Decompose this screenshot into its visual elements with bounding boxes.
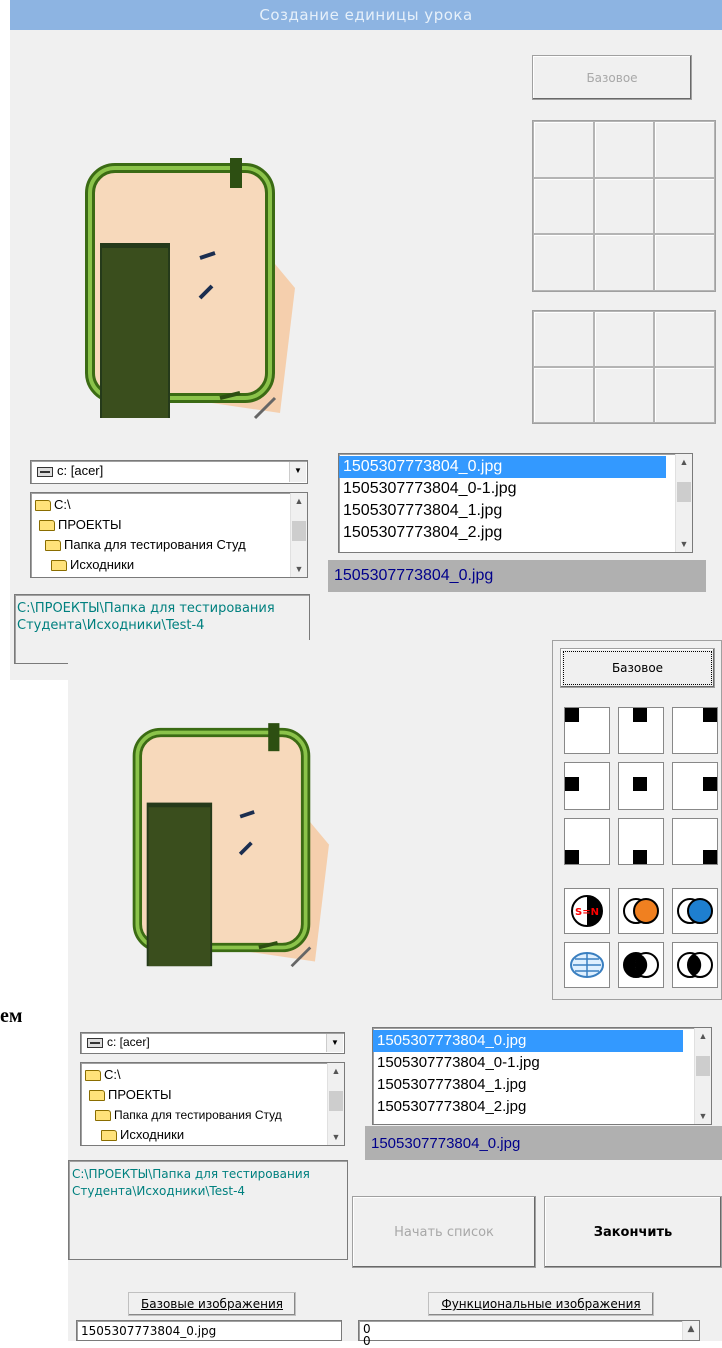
drive-select[interactable]: c: [acer] ▼	[80, 1032, 345, 1054]
tab-base-images[interactable]: Базовые изображения	[128, 1292, 296, 1316]
tree-item[interactable]: Исходники	[85, 1125, 344, 1145]
intersection-icon	[677, 952, 713, 978]
list-item[interactable]: 1505307773804_0.jpg	[81, 1324, 337, 1338]
folder-icon	[101, 1130, 117, 1142]
base-button[interactable]: Базовое	[560, 648, 715, 688]
quadrant-middle-left[interactable]	[564, 762, 610, 810]
tab-function-images[interactable]: Функциональные изображения	[428, 1292, 654, 1316]
back-file-list: 1505307773804_0.jpg 1505307773804_0-1.jp…	[338, 453, 693, 553]
dark-overlap-button[interactable]	[618, 942, 664, 988]
globe-icon	[570, 952, 604, 978]
start-list-button[interactable]: Начать список	[352, 1196, 536, 1268]
path-box: C:\ПРОЕКТЫ\Папка для тестирования Студент…	[68, 1160, 348, 1260]
tree-item[interactable]: ПРОЕКТЫ	[85, 1085, 344, 1105]
back-selected-file: 1505307773804_0.jpg	[328, 560, 706, 592]
folder-icon	[51, 560, 67, 572]
tree-item[interactable]: C:\	[85, 1065, 344, 1085]
sen-icon: S=N	[571, 895, 603, 927]
back-function-grid	[532, 310, 716, 424]
orange-overlap-button[interactable]	[618, 888, 664, 934]
quadrant-middle-right[interactable]	[672, 762, 718, 810]
window-title: Создание единицы урока	[10, 0, 722, 30]
file-item[interactable]: 1505307773804_0.jpg	[373, 1030, 683, 1052]
tree-scrollbar[interactable]: ▲ ▼	[327, 1063, 344, 1145]
folder-icon	[89, 1090, 105, 1102]
back-folder-tree: C:\ ПРОЕКТЫ Папка для тестирования Студ …	[30, 492, 308, 578]
text-fragment: ем	[0, 1005, 23, 1027]
file-item[interactable]: 1505307773804_0-1.jpg	[373, 1052, 711, 1074]
dark-overlap-icon	[623, 952, 659, 978]
xray-image	[85, 158, 295, 420]
function-list-scrollbar[interactable]: ▲	[682, 1321, 699, 1340]
file-item[interactable]: 1505307773804_1.jpg	[373, 1074, 711, 1096]
globe-icon-button[interactable]	[564, 942, 610, 988]
folder-icon	[39, 520, 55, 532]
quadrant-top-center[interactable]	[618, 707, 664, 755]
function-grid: S=N	[560, 884, 722, 992]
file-list-scrollbar[interactable]: ▲ ▼	[694, 1028, 711, 1124]
back-drive-select: c: [acer] ▼	[30, 460, 308, 484]
orange-overlap-icon	[623, 898, 659, 924]
quadrant-bottom-right[interactable]	[672, 817, 718, 865]
drive-icon	[37, 466, 53, 477]
file-list[interactable]: 1505307773804_0.jpg 1505307773804_0-1.jp…	[372, 1027, 712, 1125]
folder-icon	[45, 540, 61, 552]
quadrant-bottom-left[interactable]	[564, 817, 610, 865]
back-base-button: Базовое	[532, 55, 692, 100]
list-item[interactable]: 0	[363, 1323, 695, 1335]
back-quadrant-grid	[532, 120, 716, 292]
file-item[interactable]: 1505307773804_2.jpg	[373, 1096, 711, 1118]
quadrant-center[interactable]	[618, 762, 664, 810]
folder-icon	[95, 1110, 111, 1122]
chevron-down-icon: ▼	[289, 462, 306, 482]
quadrant-grid	[560, 703, 722, 869]
list-item[interactable]: 0	[363, 1335, 695, 1347]
folder-icon	[85, 1070, 101, 1082]
selected-file: 1505307773804_0.jpg	[365, 1126, 722, 1160]
quadrant-top-right[interactable]	[672, 707, 718, 755]
function-images-list[interactable]: 0 0 ▲	[358, 1320, 700, 1347]
folder-tree[interactable]: C:\ ПРОЕКТЫ Папка для тестирования Студ …	[80, 1062, 345, 1146]
xray-image	[132, 723, 329, 968]
blue-overlap-button[interactable]	[672, 888, 718, 934]
quadrant-bottom-center[interactable]	[618, 817, 664, 865]
svg-text:S=N: S=N	[575, 907, 599, 918]
intersection-button[interactable]	[672, 942, 718, 988]
folder-icon	[35, 500, 51, 512]
tree-item[interactable]: Папка для тестирования Студ	[85, 1105, 344, 1125]
drive-icon	[87, 1037, 103, 1048]
quadrant-top-left[interactable]	[564, 707, 610, 755]
chevron-down-icon[interactable]: ▼	[326, 1034, 343, 1052]
finish-button[interactable]: Закончить	[544, 1196, 722, 1268]
base-images-list[interactable]: 1505307773804_0.jpg	[76, 1320, 342, 1341]
sen-icon-button[interactable]: S=N	[564, 888, 610, 934]
blue-overlap-icon	[677, 898, 713, 924]
